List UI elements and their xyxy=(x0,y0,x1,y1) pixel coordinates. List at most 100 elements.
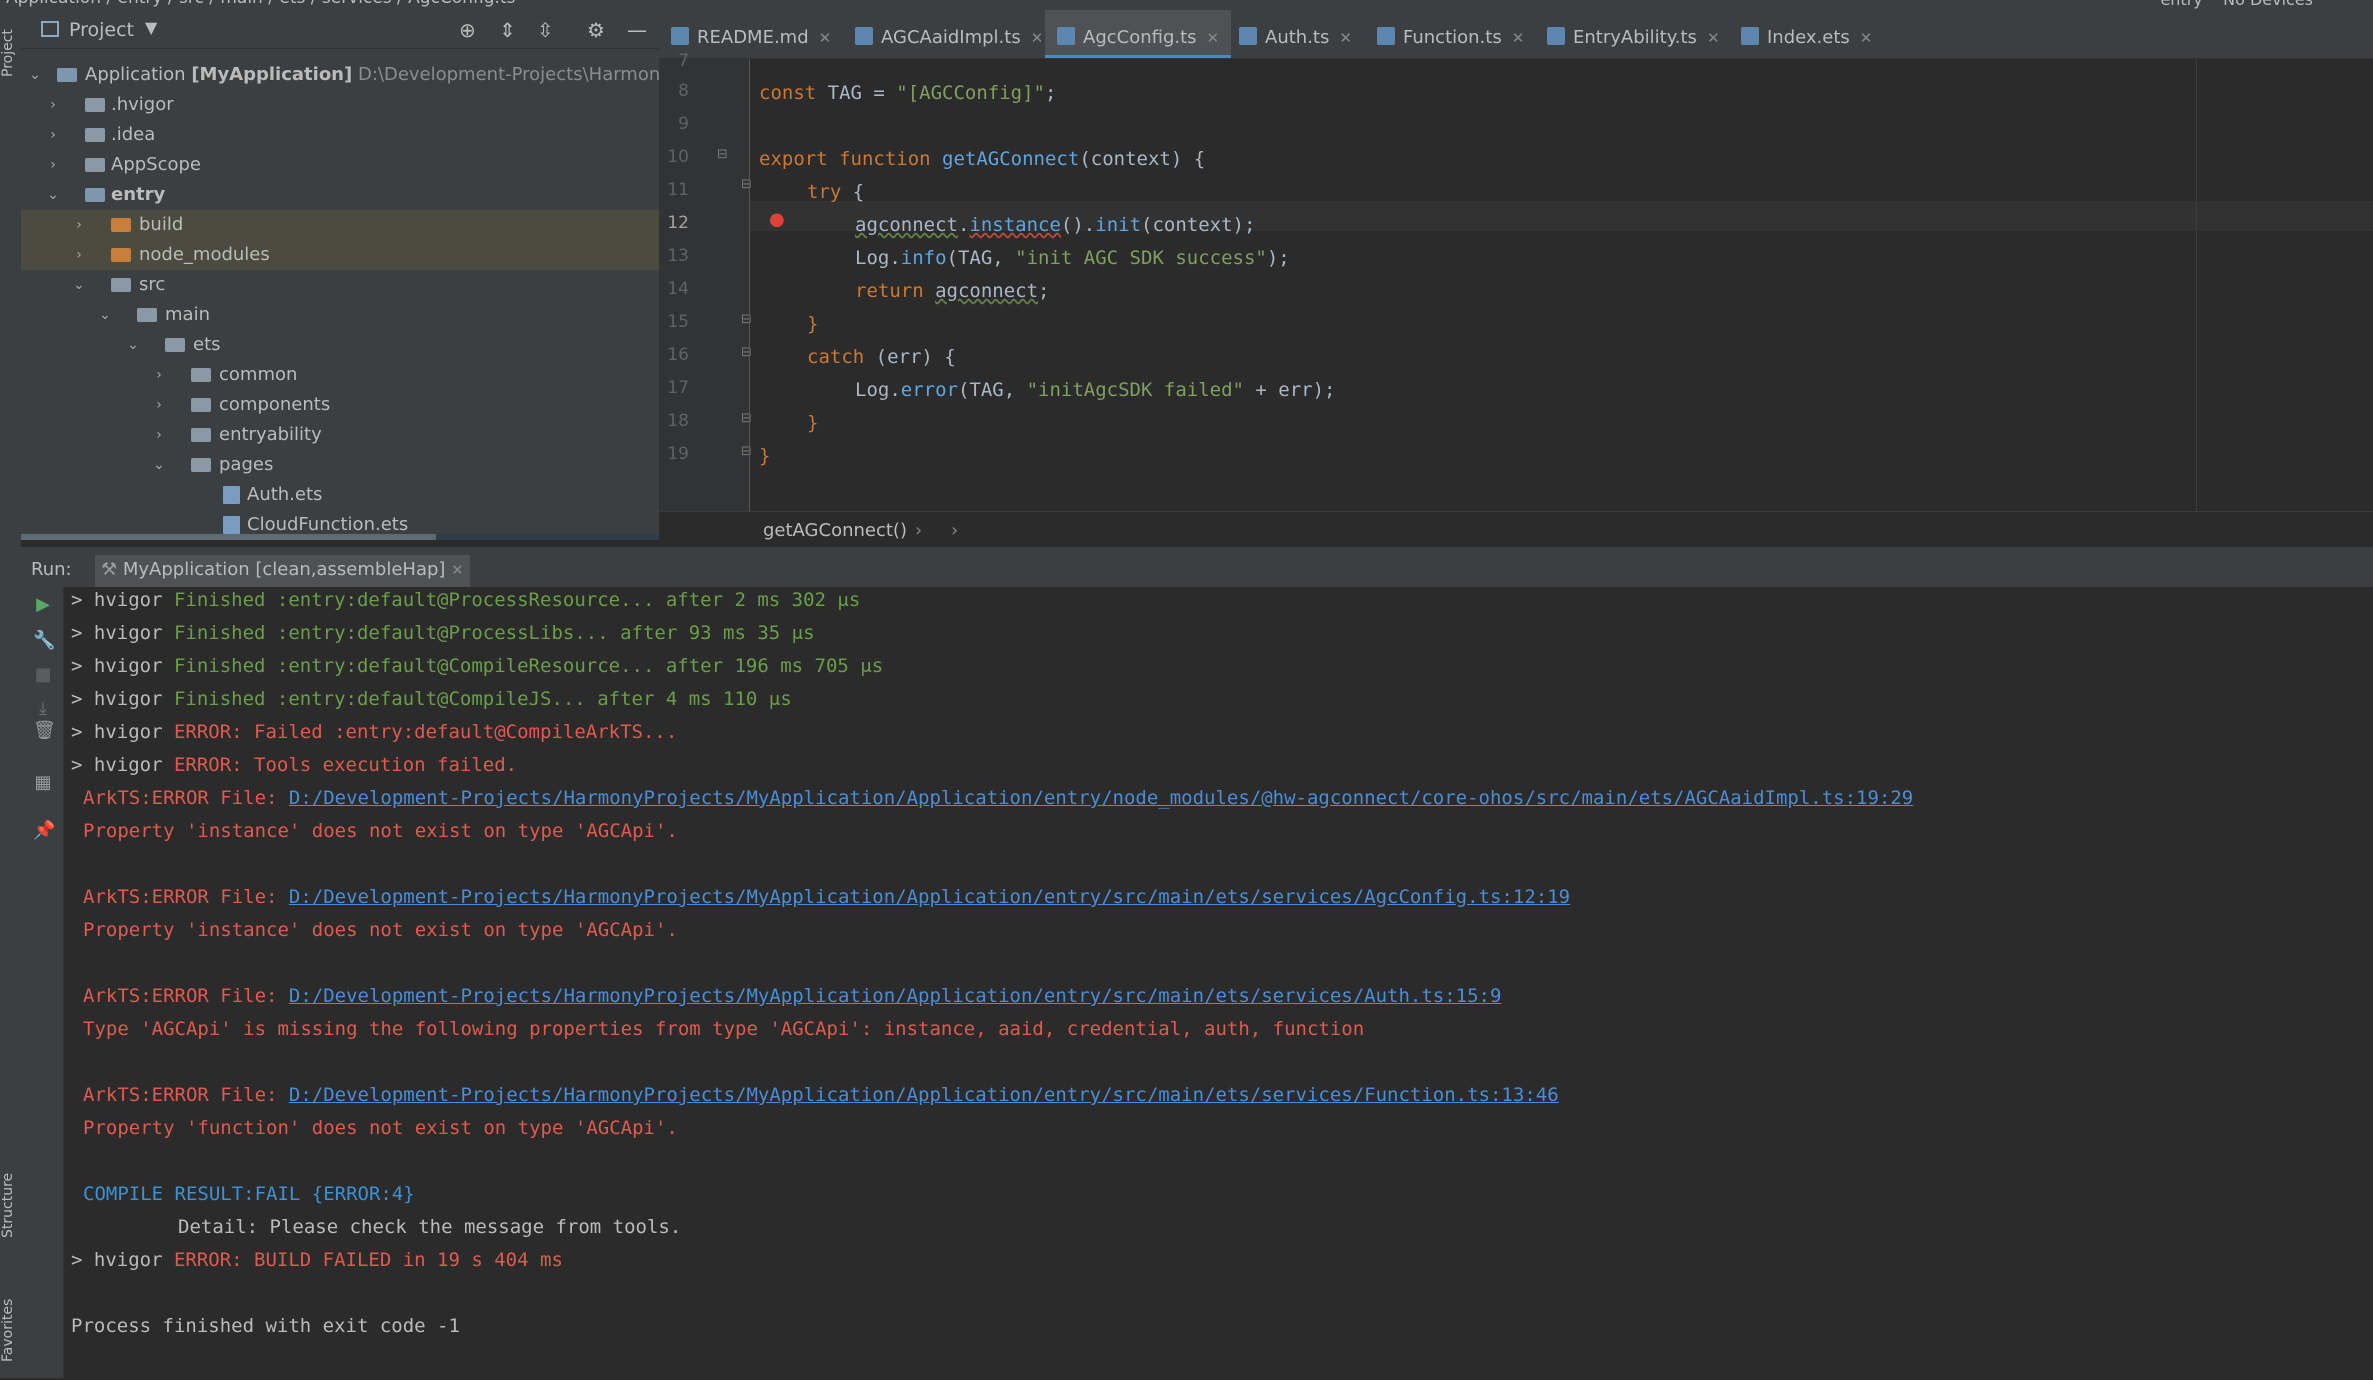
tab-label: AgcConfig.ts xyxy=(1083,27,1197,48)
close-icon[interactable]: ✕ xyxy=(1860,29,1873,47)
chevron-down-icon[interactable]: ⌄ xyxy=(125,330,141,360)
tree-item-appscope[interactable]: › AppScope xyxy=(21,150,659,180)
code-text: { xyxy=(841,181,865,203)
error-file-link[interactable]: D:/Development-Projects/HarmonyProjects/… xyxy=(289,886,1570,908)
chevron-right-icon[interactable]: › xyxy=(45,150,61,180)
code-text: (err) { xyxy=(864,346,956,368)
tree-item-application[interactable]: ⌄ Application [MyApplication] D:\Develop… xyxy=(21,60,689,90)
project-tool-button[interactable]: Project xyxy=(0,18,21,88)
gear-icon[interactable]: ⚙ xyxy=(587,18,605,42)
project-panel-title[interactable]: Project xyxy=(69,19,134,41)
breadcrumb-item[interactable]: getAGConnect() xyxy=(763,520,907,541)
folder-icon xyxy=(191,368,211,382)
fold-icon[interactable]: ⊟ xyxy=(741,345,752,360)
code-editor[interactable]: 7 8 9 10 11 12 13 14 15 16 17 18 19 ⊟ ⊟ … xyxy=(659,51,2373,511)
nav-breadcrumb[interactable]: Application / entry / src / main / ets /… xyxy=(6,0,515,8)
favorites-tool-button[interactable]: Favorites xyxy=(0,1280,21,1380)
chevron-down-icon[interactable]: ⌄ xyxy=(151,450,167,480)
horizontal-scrollbar[interactable] xyxy=(21,534,659,540)
chevron-right-icon[interactable]: › xyxy=(45,120,61,150)
console-error: ArkTS:ERROR File: xyxy=(83,787,289,809)
code-text: (TAG, xyxy=(957,379,1027,401)
tab-auth[interactable]: Auth.ts ✕ xyxy=(1239,10,1352,58)
chevron-right-icon[interactable]: › xyxy=(45,90,61,120)
close-icon[interactable]: ✕ xyxy=(1512,29,1525,47)
code-line: } xyxy=(807,412,819,434)
run-config-selector[interactable]: entry No Devices xyxy=(2160,0,2313,9)
locate-icon[interactable]: ⊕ xyxy=(459,18,476,42)
error-marker-icon[interactable]: ● xyxy=(769,209,785,230)
module-folder-icon xyxy=(85,188,105,202)
minimize-icon[interactable]: — xyxy=(627,18,647,42)
fold-icon[interactable]: ⊟ xyxy=(741,312,752,327)
chevron-right-icon[interactable]: › xyxy=(71,210,87,240)
tree-item-hvigor[interactable]: › .hvigor xyxy=(21,90,659,120)
error-file-link[interactable]: D:/Development-Projects/HarmonyProjects/… xyxy=(289,787,1913,809)
left-tool-stripe: Project Structure Favorites xyxy=(0,10,22,1378)
tree-item-main[interactable]: ⌄ main xyxy=(21,300,659,330)
close-icon[interactable]: ✕ xyxy=(1031,29,1044,47)
error-file-link[interactable]: D:/Development-Projects/HarmonyProjects/… xyxy=(289,1084,1559,1106)
tab-agcconfig[interactable]: AgcConfig.ts ✕ xyxy=(1045,10,1232,58)
console-error: Type 'AGCApi' is missing the following p… xyxy=(83,1018,1365,1040)
tree-item-common[interactable]: › common xyxy=(21,360,659,390)
code-function: error xyxy=(900,379,958,401)
collapse-all-icon[interactable]: ⇳ xyxy=(537,18,554,42)
fold-icon[interactable]: ⊟ xyxy=(741,177,752,192)
fold-icon[interactable]: ⊟ xyxy=(717,147,728,162)
scrollbar-thumb[interactable] xyxy=(21,534,436,540)
tree-item-build[interactable]: › build xyxy=(21,210,659,240)
fold-icon[interactable]: ⊟ xyxy=(741,411,752,426)
layout-icon[interactable]: ▦ xyxy=(33,773,53,793)
expand-all-icon[interactable]: ⇕ xyxy=(499,18,516,42)
ts-file-icon xyxy=(1377,27,1395,45)
code-line: agconnect.instance().init(context); xyxy=(855,214,1255,236)
tree-item-node-modules[interactable]: › node_modules xyxy=(21,240,659,270)
tab-readme[interactable]: README.md ✕ xyxy=(671,10,831,58)
tree-item-components[interactable]: › components xyxy=(21,390,659,420)
chevron-right-icon[interactable]: › xyxy=(71,240,87,270)
chevron-down-icon[interactable]: ⌄ xyxy=(45,180,61,210)
code-keyword: catch xyxy=(807,346,865,368)
error-file-link[interactable]: D:/Development-Projects/HarmonyProjects/… xyxy=(289,985,1502,1007)
chevron-right-icon[interactable]: › xyxy=(151,420,167,450)
tree-item-entry[interactable]: ⌄ entry xyxy=(21,180,659,210)
close-icon[interactable]: ✕ xyxy=(1339,29,1352,47)
tab-entryability[interactable]: EntryAbility.ts ✕ xyxy=(1547,10,1720,58)
chevron-down-icon[interactable]: ⌄ xyxy=(97,300,113,330)
run-tab[interactable]: ⚒ MyApplication [clean,assembleHap] ✕ xyxy=(95,555,470,587)
code-line: try { xyxy=(807,181,864,203)
ts-file-icon xyxy=(1057,27,1075,45)
run-console-output[interactable]: > hvigor Finished :entry:default@Process… xyxy=(64,587,2373,1378)
folder-icon xyxy=(85,98,105,112)
close-icon[interactable]: ✕ xyxy=(451,561,464,579)
scroll-to-end-icon[interactable]: ⤓ xyxy=(33,699,53,719)
tree-item-src[interactable]: ⌄ src xyxy=(21,270,659,300)
close-icon[interactable]: ✕ xyxy=(819,29,832,47)
wrench-icon[interactable]: 🔧 xyxy=(33,631,55,651)
close-icon[interactable]: ✕ xyxy=(1707,29,1720,47)
chevron-down-icon[interactable]: ⌄ xyxy=(71,270,87,300)
folder-icon xyxy=(137,308,157,322)
tree-item-auth-ets[interactable]: Auth.ets xyxy=(21,480,659,510)
pin-icon[interactable]: 📌 xyxy=(33,821,55,841)
tab-agcaaidimpl[interactable]: AGCAaidImpl.ts ✕ xyxy=(855,10,1043,58)
play-icon[interactable]: ▶ xyxy=(33,595,53,615)
tree-item-entryability[interactable]: › entryability xyxy=(21,420,659,450)
stop-icon[interactable]: ■ xyxy=(33,665,53,685)
structure-tool-button[interactable]: Structure xyxy=(0,1150,21,1260)
chevron-down-icon[interactable]: ⌄ xyxy=(27,60,43,90)
tree-item-ets[interactable]: ⌄ ets xyxy=(21,330,659,360)
chevron-down-icon[interactable]: ▼ xyxy=(145,18,157,37)
chevron-right-icon[interactable]: › xyxy=(151,360,167,390)
tab-index[interactable]: Index.ets ✕ xyxy=(1741,10,1872,58)
tree-item-idea[interactable]: › .idea xyxy=(21,120,659,150)
tab-function[interactable]: Function.ts ✕ xyxy=(1377,10,1524,58)
trash-icon[interactable]: 🗑 xyxy=(33,721,56,741)
tree-item-pages[interactable]: ⌄ pages xyxy=(21,450,659,480)
pane-splitter[interactable] xyxy=(21,547,2373,555)
device-selector[interactable]: No Devices xyxy=(2223,0,2313,9)
fold-icon[interactable]: ⊟ xyxy=(741,444,752,459)
chevron-right-icon[interactable]: › xyxy=(151,390,167,420)
close-icon[interactable]: ✕ xyxy=(1207,29,1220,47)
